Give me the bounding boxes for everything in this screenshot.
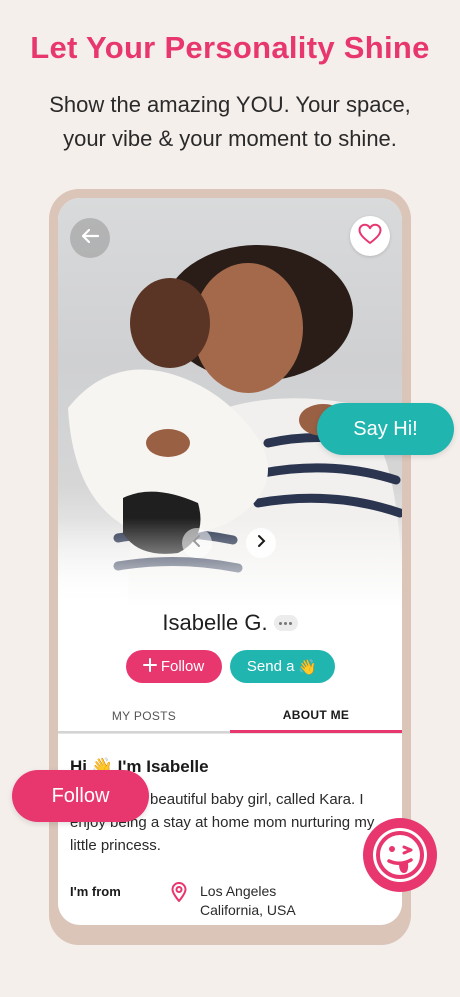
favorite-button[interactable]	[350, 216, 390, 256]
profile-name: Isabelle G.	[162, 610, 268, 635]
profile-tabs: MY POSTS ABOUT ME	[58, 700, 402, 734]
more-options-icon[interactable]	[273, 615, 298, 631]
profile-name-row: Isabelle G.	[58, 610, 402, 636]
follow-bubble[interactable]: Follow	[12, 770, 149, 822]
location-pin-icon	[171, 881, 187, 907]
chevron-right-icon	[255, 534, 267, 553]
from-region: California, USA	[200, 902, 296, 918]
tab-my-posts[interactable]: MY POSTS	[58, 700, 230, 733]
profile-actions: Follow Send a 👋	[58, 650, 402, 683]
follow-button-label: Follow	[160, 658, 205, 675]
heart-icon	[358, 223, 382, 250]
tab-about-me[interactable]: ABOUT ME	[230, 700, 402, 733]
arrow-left-icon	[79, 225, 101, 252]
photo-fade	[58, 518, 402, 608]
from-location: Los Angeles California, USA	[200, 882, 296, 920]
phone-frame: Isabelle G. Follow Send a 👋 MY POSTS ABO…	[49, 189, 411, 945]
follow-button[interactable]: Follow	[125, 650, 222, 683]
send-wave-button[interactable]: Send a 👋	[229, 650, 335, 683]
subheadline-line-2: your vibe & your moment to shine.	[63, 126, 397, 151]
say-hi-bubble[interactable]: Say Hi!	[317, 403, 454, 455]
headline: Let Your Personality Shine	[30, 30, 430, 65]
from-city: Los Angeles	[200, 883, 277, 899]
back-button[interactable]	[70, 218, 110, 258]
tongue-face-icon	[363, 818, 437, 892]
photo-prev-button[interactable]	[182, 528, 212, 558]
wave-icon: 👋	[298, 658, 318, 676]
chevron-left-icon	[191, 534, 203, 553]
from-label: I'm from	[70, 884, 121, 899]
subheadline: Show the amazing YOU. Your space, your v…	[20, 88, 440, 156]
subheadline-line-1: Show the amazing YOU. Your space,	[49, 92, 411, 117]
send-wave-label: Send a	[246, 658, 295, 675]
photo-next-button[interactable]	[246, 528, 276, 558]
plus-icon	[142, 657, 157, 676]
